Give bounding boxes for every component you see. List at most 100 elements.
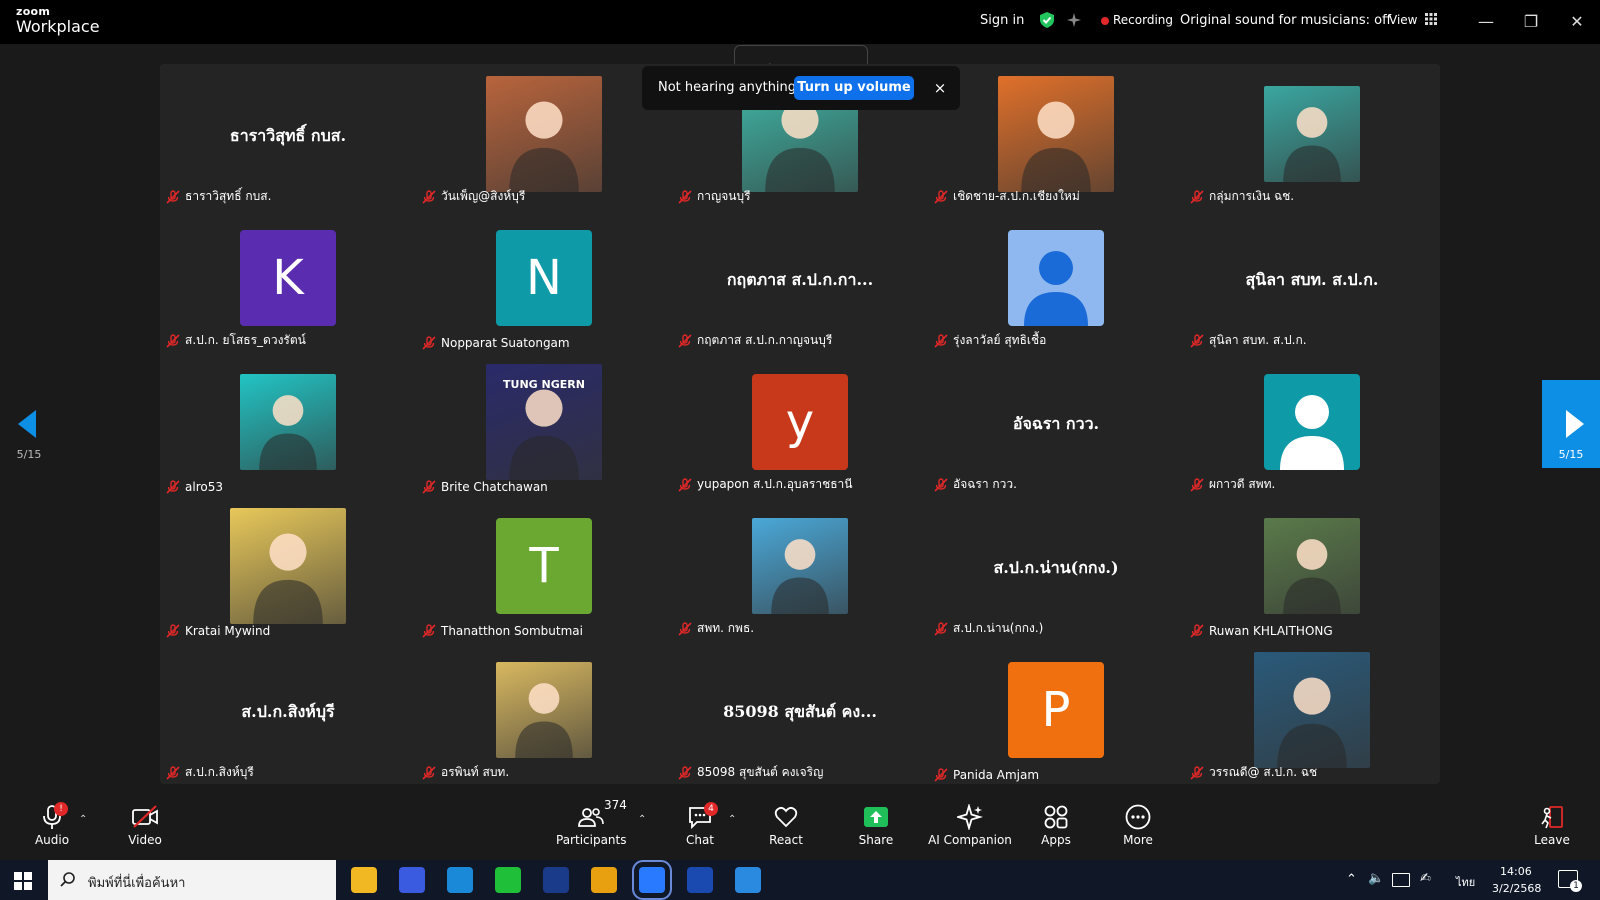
chat-button[interactable]: 4 Chat [680, 802, 720, 847]
participant-tile[interactable]: T Thanatthon Sombutmai [416, 496, 672, 640]
restore-icon[interactable]: ❐ [1517, 8, 1545, 36]
close-icon[interactable]: ✕ [1563, 8, 1591, 36]
audio-label: Audio [34, 833, 70, 847]
previous-page-button[interactable]: 5/15 [0, 380, 58, 468]
participant-tile[interactable]: วันเพ็ญ@สิงห์บุรี [416, 64, 672, 208]
sparkle-icon[interactable] [1066, 11, 1084, 29]
apps-button[interactable]: Apps [1036, 804, 1076, 847]
photos-icon[interactable] [735, 867, 761, 893]
mic-muted-icon [678, 765, 692, 780]
view-button[interactable]: View [1389, 13, 1438, 28]
participant-tile[interactable]: สพท. กพธ. [672, 496, 928, 640]
notice-close-icon[interactable]: × [928, 76, 952, 100]
participant-tile[interactable]: P Panida Amjam [928, 640, 1184, 784]
react-button[interactable]: React [764, 804, 808, 847]
language-indicator[interactable]: ไทย [1456, 873, 1475, 891]
participant-tile[interactable]: K ส.ป.ก. ยโสธร_ดวงรัตน์ [160, 208, 416, 352]
participant-tile[interactable]: N Nopparat Suatongam [416, 208, 672, 352]
ai-companion-label: AI Companion [928, 833, 1012, 847]
participant-photo [486, 76, 602, 192]
chevron-left-icon [18, 410, 36, 438]
participant-tile[interactable]: ส.ป.ก.สิงห์บุรี ส.ป.ก.สิงห์บุรี [160, 640, 416, 784]
participant-tile[interactable]: เชิดชาย-ส.ป.ก.เชียงใหม่ [928, 64, 1184, 208]
participant-photo: TUNG NGERN [486, 364, 602, 480]
participant-name-label: วันเพ็ญ@สิงห์บุรี [422, 187, 525, 206]
clock-time[interactable]: 14:06 [1500, 865, 1532, 878]
clock-date[interactable]: 3/2/2568 [1492, 882, 1541, 895]
taskbar-search[interactable]: พิมพ์ที่นี่เพื่อค้นหา [48, 860, 336, 900]
participant-tile[interactable]: Ruwan KHLAITHONG [1184, 496, 1440, 640]
file-explorer-icon[interactable] [351, 867, 377, 893]
participant-name-label: Kratai Mywind [166, 624, 270, 638]
windows-start-icon[interactable] [14, 872, 32, 890]
participant-tile[interactable]: สุนิลา สบท. ส.ป.ก. สุนิลา สบท. ส.ป.ก. [1184, 208, 1440, 352]
participant-display-name: ธาราวิสุทธิ์ กบส. [229, 126, 347, 145]
copilot-icon[interactable] [399, 867, 425, 893]
participant-avatar: T [496, 518, 592, 614]
participant-tile[interactable]: วรรณดี@ ส.ป.ก. ฉช [1184, 640, 1440, 784]
chat-label: Chat [685, 833, 715, 847]
participant-name-label: สุนิลา สบท. ส.ป.ก. [1190, 331, 1307, 350]
webex-icon[interactable] [543, 867, 569, 893]
participant-name: สพท. กพธ. [697, 621, 755, 635]
participant-tile[interactable]: กลุ่มการเงิน ฉช. [1184, 64, 1440, 208]
leave-button[interactable]: Leave [1532, 804, 1572, 847]
share-button[interactable]: Share [854, 804, 898, 847]
mic-muted-icon [166, 765, 180, 780]
participant-tile[interactable]: ผกาวดี สพท. [1184, 352, 1440, 496]
ai-companion-button[interactable]: AI Companion [928, 804, 1012, 847]
participant-tile[interactable]: TUNG NGERN Brite Chatchawan [416, 352, 672, 496]
edge-icon[interactable] [447, 867, 473, 893]
participant-tile[interactable]: อรพินท์ สบท. [416, 640, 672, 784]
meeting-toolbar: ! Audio ⌃ Video Participants 374 ⌃ 4 Cha… [0, 798, 1600, 856]
audio-button[interactable]: ! Audio [28, 802, 76, 847]
react-label: React [769, 833, 803, 847]
participants-options-caret[interactable]: ⌃ [638, 814, 646, 825]
sign-in-link[interactable]: Sign in [980, 13, 1024, 28]
participant-name: อรพินท์ สบท. [441, 765, 510, 779]
minimize-icon[interactable]: — [1472, 8, 1500, 36]
tray-chevron-icon[interactable]: ⌃ [1346, 872, 1357, 887]
participant-tile[interactable]: ธาราวิสุทธิ์ กบส. ธาราวิสุทธิ์ กบส. [160, 64, 416, 208]
chevron-right-icon [1566, 410, 1584, 438]
turn-up-volume-button[interactable]: Turn up volume [794, 76, 914, 100]
mic-muted-icon [934, 189, 948, 204]
audio-options-caret[interactable]: ⌃ [79, 814, 87, 825]
participant-tile[interactable]: อัจฉรา กวว. อัจฉรา กวว. [928, 352, 1184, 496]
participant-tile[interactable]: รุ่งลาวัลย์ สุทธิเชื้อ [928, 208, 1184, 352]
network-icon[interactable] [1392, 873, 1410, 887]
mic-muted-icon [934, 621, 948, 636]
original-sound-toggle[interactable]: Original sound for musicians: off [1180, 13, 1391, 28]
more-button[interactable]: More [1118, 804, 1158, 847]
participant-tile[interactable]: ส.ป.ก.น่าน(กกง.) ส.ป.ก.น่าน(กกง.) [928, 496, 1184, 640]
speaker-icon[interactable]: 🔈 [1368, 871, 1384, 886]
participant-tile[interactable]: y yupapon ส.ป.ก.อุบลราชธานี [672, 352, 928, 496]
word-icon[interactable] [687, 867, 713, 893]
participant-tile[interactable]: 85098 สุขสันต์ คง... 85098 สุขสันต์ คงเจร… [672, 640, 928, 784]
pen-icon[interactable]: ✍ [1420, 871, 1431, 886]
chat-options-caret[interactable]: ⌃ [728, 814, 736, 825]
participant-name: Ruwan KHLAITHONG [1209, 624, 1333, 638]
photo-caption: TUNG NGERN [503, 378, 585, 391]
participant-display-name: กฤตภาส ส.ป.ก.กา... [726, 270, 874, 289]
shield-check-icon[interactable] [1038, 11, 1056, 29]
participant-name-label: รุ่งลาวัลย์ สุทธิเชื้อ [934, 331, 1046, 350]
video-button[interactable]: Video [120, 804, 170, 847]
participant-name: กฤตภาส ส.ป.ก.กาญจนบุรี [697, 333, 833, 347]
participant-tile[interactable]: Kratai Mywind [160, 496, 416, 640]
zoom-icon[interactable] [632, 860, 672, 900]
participant-tile[interactable]: alro53 [160, 352, 416, 496]
participant-name-label: อัจฉรา กวว. [934, 475, 1017, 494]
chrome-icon[interactable] [591, 867, 617, 893]
participant-name: ส.ป.ก.สิงห์บุรี [185, 765, 254, 779]
next-page-button[interactable]: 5/15 [1542, 380, 1600, 468]
participant-name: Kratai Mywind [185, 624, 271, 638]
participant-tile[interactable]: กฤตภาส ส.ป.ก.กา... กฤตภาส ส.ป.ก.กาญจนบุรี [672, 208, 928, 352]
mic-muted-icon [1190, 189, 1204, 204]
windows-taskbar: พิมพ์ที่นี่เพื่อค้นหา ⌃ 🔈 ✍ ไทย 14:06 3/… [0, 860, 1600, 900]
search-icon [60, 872, 75, 887]
leave-icon [1541, 806, 1563, 829]
participant-name-label: กลุ่มการเงิน ฉช. [1190, 187, 1294, 206]
line-icon[interactable] [495, 867, 521, 893]
recording-status[interactable]: Recording [1113, 13, 1173, 27]
